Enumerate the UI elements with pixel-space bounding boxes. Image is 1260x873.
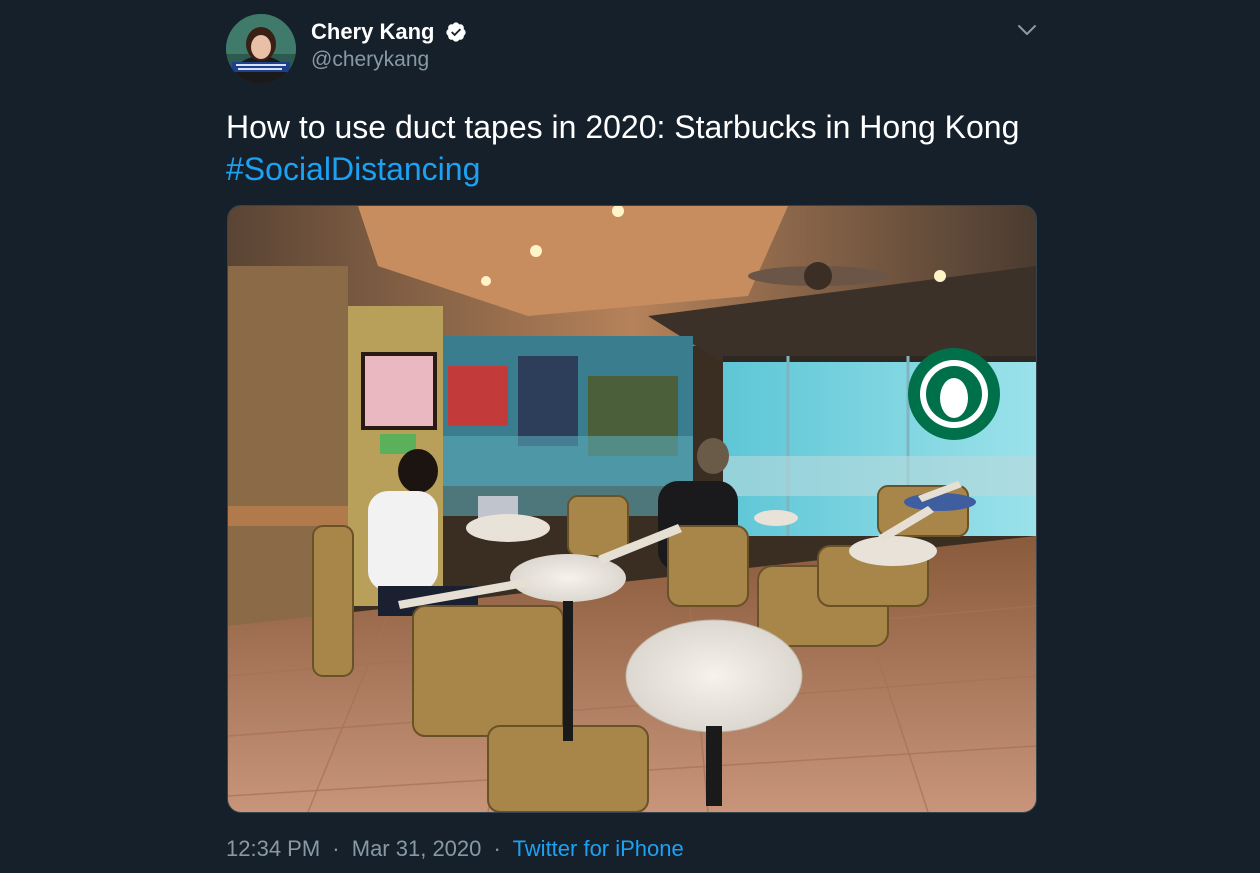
tweet-body: How to use duct tapes in 2020: Starbucks… — [226, 109, 1020, 145]
meta-separator: · — [332, 836, 340, 861]
author-avatar[interactable] — [226, 14, 296, 84]
tweet-media[interactable] — [227, 205, 1037, 813]
tweet-source-link[interactable]: Twitter for iPhone — [513, 836, 684, 861]
author-display-name[interactable]: Chery Kang — [311, 18, 434, 46]
author-handle[interactable]: @cherykang — [311, 46, 467, 74]
tweet-date[interactable]: Mar 31, 2020 — [352, 836, 482, 861]
author-info: Chery Kang @cherykang — [311, 18, 467, 74]
hashtag-link[interactable]: #SocialDistancing — [226, 148, 1126, 190]
cafe-photo — [228, 206, 1036, 812]
tweet-text: How to use duct tapes in 2020: Starbucks… — [226, 106, 1126, 190]
avatar-photo — [226, 14, 296, 84]
chevron-down-icon[interactable] — [1016, 20, 1038, 40]
tweet-meta: 12:34 PM · Mar 31, 2020 · Twitter for iP… — [226, 834, 684, 864]
tweet: Chery Kang @cherykang How to use duct ta… — [0, 0, 1260, 873]
verified-badge-icon — [446, 22, 466, 42]
tweet-time[interactable]: 12:34 PM — [226, 836, 320, 861]
meta-separator: · — [493, 836, 501, 861]
